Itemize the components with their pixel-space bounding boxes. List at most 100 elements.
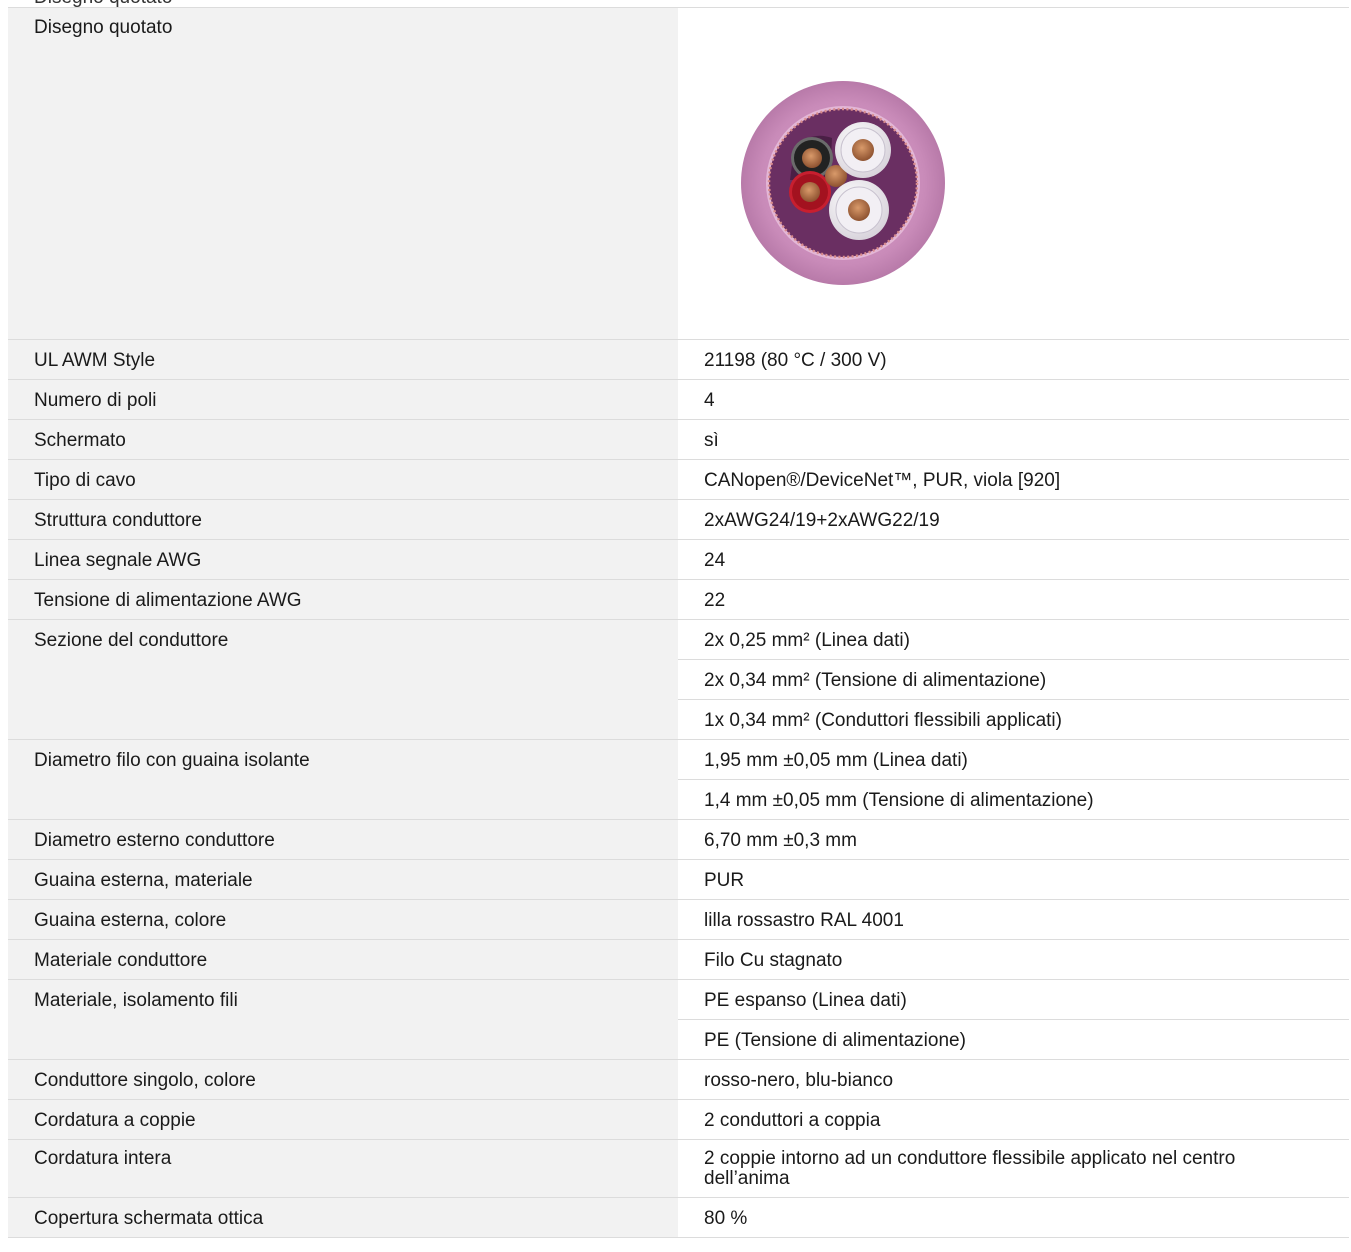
spec-label-cell: Diametro filo con guaina isolante [8,739,678,780]
spec-value: PE espanso (Linea dati) [704,990,907,1011]
spec-label-cell: Guaina esterna, colore [8,899,678,940]
spec-value-cell: 2 conduttori a coppia [678,1099,1349,1140]
spec-table: Disegno quotato UL AWM Style 21198 (80 °… [8,8,1349,1238]
spec-value: sì [704,430,719,451]
spec-row: Linea segnale AWG 24 [8,539,1349,580]
spec-row: Sezione del conduttore 2x 0,25 mm² (Linea… [8,619,1349,660]
spec-value-cell: 2x 0,25 mm² (Linea dati) [678,619,1349,660]
spec-value-cell: lilla rossastro RAL 4001 [678,899,1349,940]
spec-row: Schermato sì [8,419,1349,460]
spec-value: 2x 0,25 mm² (Linea dati) [704,630,910,651]
spec-label-cell: Cordatura a coppie [8,1099,678,1140]
drawing-label: Disegno quotato [34,17,173,38]
spec-label-cell: Linea segnale AWG [8,539,678,580]
spec-label: Numero di poli [34,390,157,411]
spec-label: Cordatura intera [34,1148,172,1169]
spec-row: Copertura schermata ottica 80 % [8,1197,1349,1238]
spec-label-cell: Copertura schermata ottica [8,1197,678,1238]
spec-value: 2xAWG24/19+2xAWG22/19 [704,510,940,531]
spec-value: 4 [704,390,715,411]
spec-label-cell: Schermato [8,419,678,460]
spec-row: UL AWM Style 21198 (80 °C / 300 V) [8,339,1349,380]
spec-value-cell: 6,70 mm ±0,3 mm [678,819,1349,860]
spec-label: Materiale, isolamento fili [34,990,238,1011]
spec-row: Materiale conduttore Filo Cu stagnato [8,939,1349,980]
spec-row: 1x 0,34 mm² (Conduttori flessibili appli… [8,699,1349,740]
spec-label-cell: Struttura conduttore [8,499,678,540]
spec-value-cell: 2 coppie intorno ad un conduttore flessi… [678,1139,1349,1198]
spec-value-cell: 1x 0,34 mm² (Conduttori flessibili appli… [678,699,1349,740]
spec-value-cell: 21198 (80 °C / 300 V) [678,339,1349,380]
spec-value: CANopen®/DeviceNet™, PUR, viola [920] [704,470,1061,491]
spec-label: Diametro esterno conduttore [34,830,275,851]
cable-cross-section-icon [741,81,945,285]
spec-label: Guaina esterna, materiale [34,870,253,891]
spec-value-cell: 2x 0,34 mm² (Tensione di alimentazione) [678,659,1349,700]
spec-row: Tipo di cavo CANopen®/DeviceNet™, PUR, vi… [8,459,1349,500]
spec-value: PE (Tensione di alimentazione) [704,1030,966,1051]
spec-row: Struttura conduttore 2xAWG24/19+2xAWG22/1… [8,499,1349,540]
spec-row: Diametro filo con guaina isolante 1,95 mm… [8,739,1349,780]
spec-row: Cordatura a coppie 2 conduttori a coppia [8,1099,1349,1140]
spec-value-cell: PUR [678,859,1349,900]
spec-value: rosso-nero, blu-bianco [704,1070,894,1091]
spec-row: Guaina esterna, colore lilla rossastro RA… [8,899,1349,940]
spec-label: Copertura schermata ottica [34,1208,264,1229]
spec-value-cell: 24 [678,539,1349,580]
spec-row: 2x 0,34 mm² (Tensione di alimentazione) [8,659,1349,700]
spec-label-cell: Diametro esterno conduttore [8,819,678,860]
spec-value: 24 [704,550,726,571]
spec-value: 1,4 mm ±0,05 mm (Tensione di alimentazio… [704,790,1094,811]
spec-row: Diametro esterno conduttore 6,70 mm ±0,3 … [8,819,1349,860]
spec-value-cell: Filo Cu stagnato [678,939,1349,980]
spec-label-cell [8,659,678,700]
spec-row: Guaina esterna, materiale PUR [8,859,1349,900]
spec-value-cell: sì [678,419,1349,460]
spec-value: PUR [704,870,745,891]
spec-value-cell: 1,4 mm ±0,05 mm (Tensione di alimentazio… [678,779,1349,820]
spec-label-cell: Tensione di alimentazione AWG [8,579,678,620]
spec-label: Diametro filo con guaina isolante [34,750,310,771]
spec-label-cell: Guaina esterna, materiale [8,859,678,900]
spec-value: lilla rossastro RAL 4001 [704,910,904,931]
spec-value-cell: 4 [678,379,1349,420]
spec-value-cell: 22 [678,579,1349,620]
spec-value: Filo Cu stagnato [704,950,843,971]
spec-label-cell: UL AWM Style [8,339,678,380]
spec-value-cell: 2xAWG24/19+2xAWG22/19 [678,499,1349,540]
spec-label: Conduttore singolo, colore [34,1070,256,1091]
spec-value: 1x 0,34 mm² (Conduttori flessibili appli… [704,710,1062,731]
spec-label: Linea segnale AWG [34,550,202,571]
spec-row: Materiale, isolamento fili PE espanso (Li… [8,979,1349,1020]
spec-row: PE (Tensione di alimentazione) [8,1019,1349,1060]
spec-value-cell: CANopen®/DeviceNet™, PUR, viola [920] [678,459,1349,500]
spec-label: Sezione del conduttore [34,630,229,651]
spec-label-cell: Materiale conduttore [8,939,678,980]
spec-value: 22 [704,590,726,611]
spec-label-cell: Numero di poli [8,379,678,420]
spec-value: 6,70 mm ±0,3 mm [704,830,857,851]
spec-row: Tensione di alimentazione AWG 22 [8,579,1349,620]
spec-label: Tensione di alimentazione AWG [34,590,302,611]
spec-label-cell: Cordatura intera [8,1139,678,1198]
spec-row: Numero di poli 4 [8,379,1349,420]
spec-row: Conduttore singolo, colore rosso-nero, bl… [8,1059,1349,1100]
spec-label: UL AWM Style [34,350,156,371]
spec-value: 2x 0,34 mm² (Tensione di alimentazione) [704,670,1047,691]
spec-value: 21198 (80 °C / 300 V) [704,350,887,371]
spec-label-cell: Sezione del conduttore [8,619,678,660]
drawing-image-cell [678,8,1349,340]
spec-row: Cordatura intera 2 coppie intorno ad un c… [8,1139,1349,1198]
spec-value: 2 conduttori a coppia [704,1110,881,1131]
spec-label-cell: Materiale, isolamento fili [8,979,678,1020]
drawing-row: Disegno quotato [8,8,1349,340]
top-cut-header: Disegno quotato [0,0,1351,8]
cable-image-wrap [704,8,1309,339]
spec-label: Cordatura a coppie [34,1110,196,1131]
spec-table-body: Disegno quotato UL AWM Style 21198 (80 °… [8,8,1349,1238]
spec-value-cell: PE espanso (Linea dati) [678,979,1349,1020]
spec-value-cell: 80 % [678,1197,1349,1238]
spec-label-cell: Conduttore singolo, colore [8,1059,678,1100]
spec-label-cell [8,1019,678,1060]
spec-row: 1,4 mm ±0,05 mm (Tensione di alimentazio… [8,779,1349,820]
